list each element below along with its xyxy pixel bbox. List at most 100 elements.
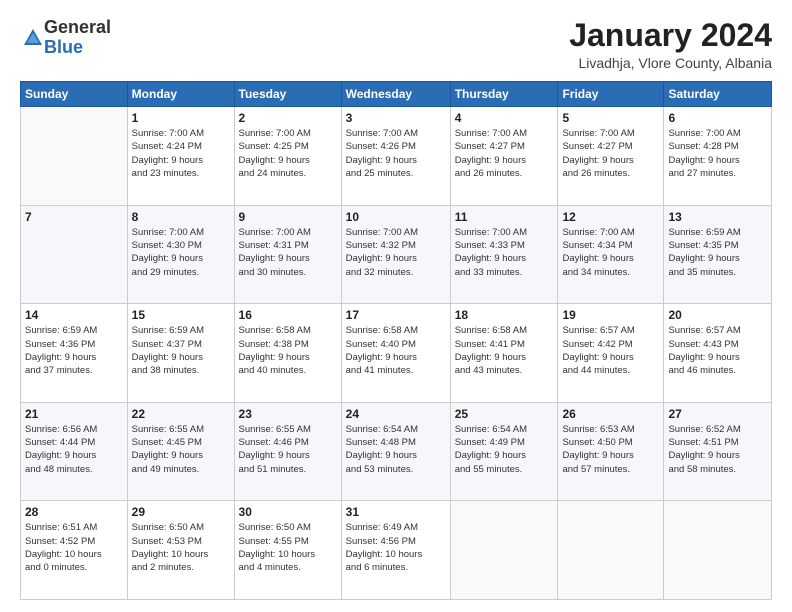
cell-content: Sunrise: 6:58 AM Sunset: 4:38 PM Dayligh… <box>239 324 337 377</box>
calendar-cell: 22 Sunrise: 6:55 AM Sunset: 4:45 PM Dayli… <box>127 402 234 501</box>
cell-content: Sunrise: 6:49 AM Sunset: 4:56 PM Dayligh… <box>346 521 446 574</box>
calendar-cell: 14 Sunrise: 6:59 AM Sunset: 4:36 PM Dayli… <box>21 304 128 403</box>
day-number: 18 <box>455 308 554 322</box>
day-number: 22 <box>132 407 230 421</box>
header: General Blue January 2024 Livadhja, Vlor… <box>20 18 772 71</box>
day-number: 28 <box>25 505 123 519</box>
day-number: 3 <box>346 111 446 125</box>
day-number: 20 <box>668 308 767 322</box>
calendar-week-4: 21Sunrise: 6:56 AM Sunset: 4:44 PM Dayli… <box>21 402 772 501</box>
logo: General Blue <box>20 18 111 58</box>
calendar-cell: 31Sunrise: 6:49 AM Sunset: 4:56 PM Dayli… <box>341 501 450 600</box>
calendar-cell <box>450 501 558 600</box>
calendar-cell: 7 <box>21 205 128 304</box>
day-number: 8 <box>132 210 230 224</box>
calendar-cell: 23Sunrise: 6:55 AM Sunset: 4:46 PM Dayli… <box>234 402 341 501</box>
cell-content: Sunrise: 7:00 AM Sunset: 4:24 PM Dayligh… <box>132 127 230 180</box>
cell-content: Sunrise: 7:00 AM Sunset: 4:28 PM Dayligh… <box>668 127 767 180</box>
calendar-cell: 11Sunrise: 7:00 AM Sunset: 4:33 PM Dayli… <box>450 205 558 304</box>
calendar-cell <box>664 501 772 600</box>
calendar-cell: 5Sunrise: 7:00 AM Sunset: 4:27 PM Daylig… <box>558 107 664 206</box>
day-number: 26 <box>562 407 659 421</box>
cell-content: Sunrise: 6:56 AM Sunset: 4:44 PM Dayligh… <box>25 423 123 476</box>
day-number: 2 <box>239 111 337 125</box>
cell-content: Sunrise: 6:52 AM Sunset: 4:51 PM Dayligh… <box>668 423 767 476</box>
day-number: 23 <box>239 407 337 421</box>
cell-content: Sunrise: 6:53 AM Sunset: 4:50 PM Dayligh… <box>562 423 659 476</box>
month-title: January 2024 <box>569 18 772 53</box>
calendar-cell: 12 Sunrise: 7:00 AM Sunset: 4:34 PM Dayli… <box>558 205 664 304</box>
col-tuesday: Tuesday <box>234 82 341 107</box>
cell-content: Sunrise: 7:00 AM Sunset: 4:32 PM Dayligh… <box>346 226 446 279</box>
cell-content: Sunrise: 7:00 AM Sunset: 4:27 PM Dayligh… <box>562 127 659 180</box>
logo-general: General <box>44 17 111 37</box>
day-number: 10 <box>346 210 446 224</box>
cell-content: Sunrise: 7:00 AM Sunset: 4:25 PM Dayligh… <box>239 127 337 180</box>
cell-content: Sunrise: 6:55 AM Sunset: 4:45 PM Dayligh… <box>132 423 230 476</box>
calendar-cell: 2 Sunrise: 7:00 AM Sunset: 4:25 PM Daylig… <box>234 107 341 206</box>
cell-content: Sunrise: 7:00 AM Sunset: 4:33 PM Dayligh… <box>455 226 554 279</box>
day-number: 15 <box>132 308 230 322</box>
calendar-cell: 20 Sunrise: 6:57 AM Sunset: 4:43 PM Dayli… <box>664 304 772 403</box>
cell-content: Sunrise: 6:59 AM Sunset: 4:36 PM Dayligh… <box>25 324 123 377</box>
col-sunday: Sunday <box>21 82 128 107</box>
calendar-cell: 29Sunrise: 6:50 AM Sunset: 4:53 PM Dayli… <box>127 501 234 600</box>
cell-content: Sunrise: 7:00 AM Sunset: 4:27 PM Dayligh… <box>455 127 554 180</box>
calendar-cell: 3 Sunrise: 7:00 AM Sunset: 4:26 PM Daylig… <box>341 107 450 206</box>
day-number: 13 <box>668 210 767 224</box>
calendar-cell: 19 Sunrise: 6:57 AM Sunset: 4:42 PM Dayli… <box>558 304 664 403</box>
calendar-cell: 9 Sunrise: 7:00 AM Sunset: 4:31 PM Daylig… <box>234 205 341 304</box>
calendar-cell: 24Sunrise: 6:54 AM Sunset: 4:48 PM Dayli… <box>341 402 450 501</box>
cell-content: Sunrise: 6:57 AM Sunset: 4:43 PM Dayligh… <box>668 324 767 377</box>
location: Livadhja, Vlore County, Albania <box>569 55 772 71</box>
logo-blue: Blue <box>44 37 83 57</box>
calendar-cell: 30 Sunrise: 6:50 AM Sunset: 4:55 PM Dayli… <box>234 501 341 600</box>
calendar-table: Sunday Monday Tuesday Wednesday Thursday… <box>20 81 772 600</box>
day-number: 6 <box>668 111 767 125</box>
page: General Blue January 2024 Livadhja, Vlor… <box>0 0 792 612</box>
cell-content: Sunrise: 6:58 AM Sunset: 4:40 PM Dayligh… <box>346 324 446 377</box>
col-thursday: Thursday <box>450 82 558 107</box>
day-number: 9 <box>239 210 337 224</box>
calendar-week-3: 14 Sunrise: 6:59 AM Sunset: 4:36 PM Dayli… <box>21 304 772 403</box>
cell-content: Sunrise: 7:00 AM Sunset: 4:30 PM Dayligh… <box>132 226 230 279</box>
col-saturday: Saturday <box>664 82 772 107</box>
day-number: 17 <box>346 308 446 322</box>
calendar-cell <box>21 107 128 206</box>
calendar-cell: 6 Sunrise: 7:00 AM Sunset: 4:28 PM Daylig… <box>664 107 772 206</box>
cell-content: Sunrise: 6:51 AM Sunset: 4:52 PM Dayligh… <box>25 521 123 574</box>
calendar-cell: 25Sunrise: 6:54 AM Sunset: 4:49 PM Dayli… <box>450 402 558 501</box>
day-number: 24 <box>346 407 446 421</box>
calendar-cell: 4 Sunrise: 7:00 AM Sunset: 4:27 PM Daylig… <box>450 107 558 206</box>
calendar-cell: 28 Sunrise: 6:51 AM Sunset: 4:52 PM Dayli… <box>21 501 128 600</box>
calendar-cell: 8 Sunrise: 7:00 AM Sunset: 4:30 PM Daylig… <box>127 205 234 304</box>
day-number: 16 <box>239 308 337 322</box>
cell-content: Sunrise: 6:58 AM Sunset: 4:41 PM Dayligh… <box>455 324 554 377</box>
calendar-cell: 1Sunrise: 7:00 AM Sunset: 4:24 PM Daylig… <box>127 107 234 206</box>
day-number: 25 <box>455 407 554 421</box>
day-number: 27 <box>668 407 767 421</box>
calendar-cell: 18 Sunrise: 6:58 AM Sunset: 4:41 PM Dayli… <box>450 304 558 403</box>
cell-content: Sunrise: 7:00 AM Sunset: 4:34 PM Dayligh… <box>562 226 659 279</box>
calendar-cell: 10 Sunrise: 7:00 AM Sunset: 4:32 PM Dayli… <box>341 205 450 304</box>
calendar-cell: 21Sunrise: 6:56 AM Sunset: 4:44 PM Dayli… <box>21 402 128 501</box>
day-number: 30 <box>239 505 337 519</box>
cell-content: Sunrise: 6:59 AM Sunset: 4:35 PM Dayligh… <box>668 226 767 279</box>
day-number: 7 <box>25 210 123 224</box>
calendar-cell: 13 Sunrise: 6:59 AM Sunset: 4:35 PM Dayli… <box>664 205 772 304</box>
calendar-cell <box>558 501 664 600</box>
calendar-cell: 27 Sunrise: 6:52 AM Sunset: 4:51 PM Dayli… <box>664 402 772 501</box>
cell-content: Sunrise: 7:00 AM Sunset: 4:31 PM Dayligh… <box>239 226 337 279</box>
cell-content: Sunrise: 6:50 AM Sunset: 4:55 PM Dayligh… <box>239 521 337 574</box>
cell-content: Sunrise: 6:57 AM Sunset: 4:42 PM Dayligh… <box>562 324 659 377</box>
day-number: 14 <box>25 308 123 322</box>
day-number: 19 <box>562 308 659 322</box>
day-number: 4 <box>455 111 554 125</box>
calendar-cell: 26 Sunrise: 6:53 AM Sunset: 4:50 PM Dayli… <box>558 402 664 501</box>
logo-icon <box>22 27 44 49</box>
day-number: 12 <box>562 210 659 224</box>
day-number: 29 <box>132 505 230 519</box>
calendar-week-2: 78 Sunrise: 7:00 AM Sunset: 4:30 PM Dayli… <box>21 205 772 304</box>
cell-content: Sunrise: 7:00 AM Sunset: 4:26 PM Dayligh… <box>346 127 446 180</box>
col-friday: Friday <box>558 82 664 107</box>
